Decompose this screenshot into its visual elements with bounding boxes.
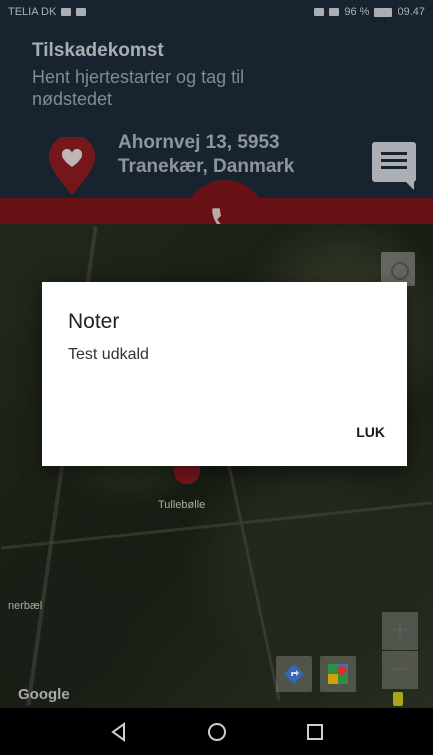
dialog-note-text: Test udkald	[68, 346, 149, 363]
recents-button[interactable]	[302, 719, 328, 745]
home-button[interactable]	[204, 719, 230, 745]
back-triangle-icon	[110, 721, 125, 742]
notes-dialog: Noter Test udkald LUK	[42, 282, 407, 466]
home-circle-icon	[207, 722, 226, 741]
recents-square-icon	[306, 723, 323, 740]
close-button[interactable]: LUK	[356, 424, 385, 440]
back-button[interactable]	[106, 719, 132, 745]
dialog-title: Noter	[68, 310, 120, 333]
system-nav-bar	[0, 708, 433, 755]
